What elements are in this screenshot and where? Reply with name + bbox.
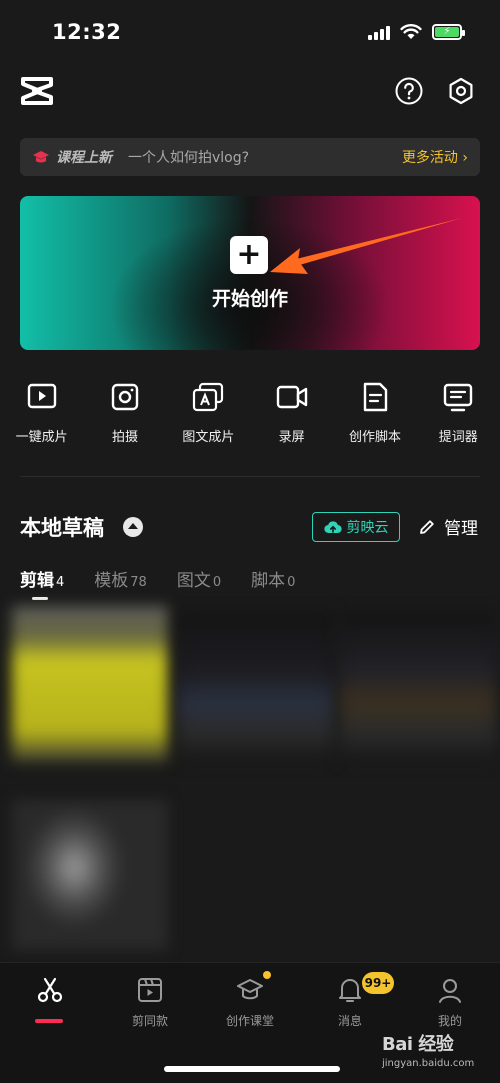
- tab-edit[interactable]: 剪辑 4: [20, 566, 64, 591]
- teleprompter-icon: [444, 383, 473, 412]
- nav-label: 我的: [437, 1014, 462, 1028]
- nav-templates[interactable]: 剪同款: [100, 976, 200, 1029]
- tab-count: 0: [287, 575, 296, 590]
- section-divider: [20, 476, 480, 477]
- active-tab-indicator: [32, 597, 48, 600]
- nav-creation-class[interactable]: 创作课堂: [200, 976, 300, 1029]
- settings-icon[interactable]: [446, 76, 476, 106]
- manage-button[interactable]: 管理: [418, 514, 478, 539]
- tool-teleprompter[interactable]: 提词器: [417, 380, 500, 445]
- draft-thumbnail[interactable]: [12, 606, 168, 762]
- watermark-logo: Bai 经验: [382, 1034, 454, 1055]
- tool-screen-record[interactable]: 录屏: [250, 380, 333, 445]
- template-icon: [138, 978, 162, 1002]
- tool-label: 创作脚本: [348, 430, 401, 445]
- course-banner[interactable]: 课程上新 一个人如何拍vlog? 更多活动 ›: [20, 138, 480, 176]
- manage-label: 管理: [444, 519, 478, 539]
- bottom-nav-items: 剪同款 创作课堂 消息 我的: [0, 976, 500, 1029]
- play-icon: [27, 383, 56, 409]
- tools-row: 一键成片 拍摄 图文成片 录屏 创作脚本 提词器: [0, 380, 500, 445]
- tool-creation-script[interactable]: 创作脚本: [333, 380, 416, 445]
- nav-label: 创作课堂: [225, 1014, 274, 1028]
- screen-record-icon: [276, 385, 307, 409]
- tab-name: 模板: [94, 571, 129, 591]
- nav-profile[interactable]: 我的: [400, 976, 500, 1029]
- draft-thumbnail[interactable]: [12, 800, 168, 950]
- tool-label: 图文成片: [182, 430, 235, 445]
- tool-one-click-video[interactable]: 一键成片: [0, 380, 83, 445]
- banner-tag: 课程上新: [56, 150, 112, 166]
- capcut-logo-icon[interactable]: [20, 76, 54, 106]
- cellular-signal-icon: [368, 24, 390, 40]
- bell-icon: [339, 979, 361, 1002]
- cloud-upload-icon: [323, 521, 342, 534]
- script-icon: [363, 382, 388, 412]
- tab-templates[interactable]: 模板 78: [94, 566, 147, 591]
- banner-course-title: 一个人如何拍vlog?: [128, 150, 250, 166]
- new-content-dot: [263, 971, 271, 979]
- graduation-cap-icon: [33, 151, 49, 163]
- annotation-arrow-icon: [270, 218, 462, 274]
- tab-count: 78: [130, 575, 147, 590]
- camera-icon: [111, 383, 139, 411]
- draft-thumbnail[interactable]: [340, 612, 496, 762]
- tool-label: 录屏: [278, 430, 305, 445]
- scissors-icon: [37, 977, 63, 1003]
- profile-icon: [439, 979, 461, 1003]
- home-indicator[interactable]: [164, 1066, 340, 1072]
- cloud-button[interactable]: 剪映云: [312, 512, 400, 542]
- cloud-button-label: 剪映云: [346, 520, 389, 536]
- graduation-cap-icon: [237, 979, 263, 1000]
- nav-label: 消息: [337, 1014, 362, 1028]
- draft-tabs: 剪辑 4 模板 78 图文 0 脚本 0: [20, 566, 325, 591]
- start-creating-label: 开始创作: [211, 288, 288, 310]
- watermark-url: jingyan.baidu.com: [382, 1058, 475, 1069]
- nav-label: 剪同款: [131, 1014, 168, 1028]
- tab-count: 4: [56, 575, 65, 590]
- collapse-toggle-icon[interactable]: [123, 517, 143, 537]
- tab-image-text[interactable]: 图文 0: [177, 566, 221, 591]
- status-time: 12:32: [52, 20, 122, 44]
- tab-scripts[interactable]: 脚本 0: [251, 566, 295, 591]
- tab-count: 0: [212, 575, 222, 590]
- tab-name: 图文: [176, 571, 211, 591]
- message-count-badge: 99+: [362, 972, 394, 994]
- battery-icon: ⚡: [432, 24, 465, 40]
- image-text-icon: [193, 382, 224, 412]
- tool-label: 拍摄: [111, 430, 138, 445]
- baidu-watermark: Bai 经验 jingyan.baidu.com: [382, 1030, 494, 1078]
- tool-shoot[interactable]: 拍摄: [83, 380, 166, 445]
- status-icons: ⚡: [368, 24, 465, 40]
- tool-label: 一键成片: [15, 430, 68, 445]
- pencil-icon: [420, 519, 434, 534]
- tool-image-text-video[interactable]: 图文成片: [167, 380, 250, 445]
- tab-name: 脚本: [251, 571, 286, 591]
- local-drafts-title: 本地草稿: [20, 516, 104, 540]
- tab-name: 剪辑: [20, 571, 54, 591]
- help-icon[interactable]: [394, 76, 424, 106]
- more-activities-link[interactable]: 更多活动 ›: [402, 147, 468, 167]
- wifi-icon: [400, 24, 422, 39]
- active-nav-indicator: [35, 1019, 63, 1023]
- draft-thumbnail[interactable]: [178, 612, 334, 762]
- tool-label: 提词器: [438, 430, 478, 445]
